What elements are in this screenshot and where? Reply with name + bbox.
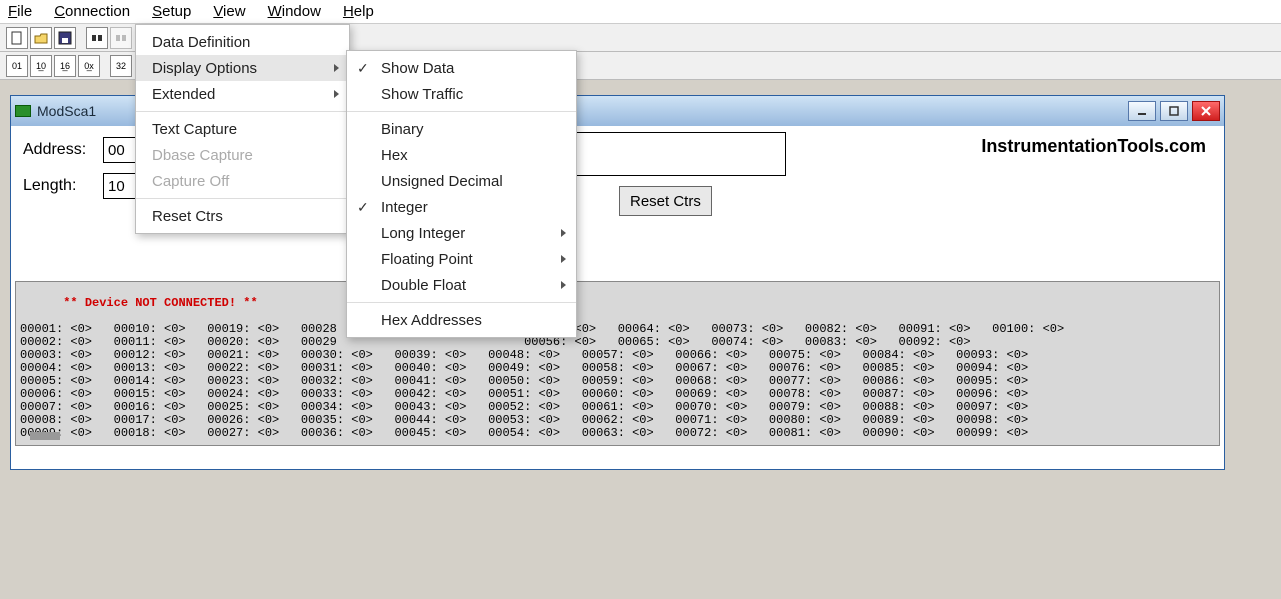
scroll-thumb[interactable] xyxy=(30,432,60,440)
menu-extended[interactable]: Extended xyxy=(136,81,349,107)
submenu-integer[interactable]: ✓ Integer xyxy=(347,194,576,220)
check-icon: ✓ xyxy=(357,60,369,77)
menu-reset-ctrs[interactable]: Reset Ctrs xyxy=(136,203,349,229)
menu-help[interactable]: Help xyxy=(343,3,374,20)
error-text: ** Device NOT CONNECTED! ** xyxy=(63,296,257,310)
menubar: File Connection Setup View Window Help xyxy=(0,0,1281,24)
submenu-integer-label: Integer xyxy=(381,199,428,216)
menu-separator xyxy=(347,302,576,303)
menu-separator xyxy=(136,198,349,199)
tb-disconnect-icon[interactable] xyxy=(110,27,132,49)
tb-fmt5-icon[interactable]: 32 xyxy=(110,55,132,77)
display-options-submenu: ✓ Show Data Show Traffic Binary Hex Unsi… xyxy=(346,50,577,338)
submenu-show-traffic[interactable]: Show Traffic xyxy=(347,81,576,107)
chevron-right-icon xyxy=(561,281,566,289)
chevron-right-icon xyxy=(334,90,339,98)
brand-label: InstrumentationTools.com xyxy=(981,136,1206,157)
tb-fmt1-icon[interactable]: 01 xyxy=(6,55,28,77)
tb-new-icon[interactable] xyxy=(6,27,28,49)
tb-fmt4-icon[interactable]: 0̲x xyxy=(78,55,100,77)
chevron-right-icon xyxy=(334,64,339,72)
setup-menu-popup: Data Definition Display Options Extended… xyxy=(135,24,350,234)
submenu-double-float[interactable]: Double Float xyxy=(347,272,576,298)
tb-connect-icon[interactable] xyxy=(86,27,108,49)
submenu-long-integer[interactable]: Long Integer xyxy=(347,220,576,246)
submenu-floating-point[interactable]: Floating Point xyxy=(347,246,576,272)
submenu-long-integer-label: Long Integer xyxy=(381,225,465,242)
address-label: Address: xyxy=(23,141,103,159)
menu-separator xyxy=(136,111,349,112)
reset-ctrs-button[interactable]: Reset Ctrs xyxy=(619,186,712,216)
menu-view[interactable]: View xyxy=(213,3,245,20)
submenu-double-float-label: Double Float xyxy=(381,277,466,294)
tb-fmt3-icon[interactable]: 1̲6 xyxy=(54,55,76,77)
submenu-floating-point-label: Floating Point xyxy=(381,251,473,268)
maximize-button[interactable] xyxy=(1160,101,1188,121)
submenu-hex-addresses[interactable]: Hex Addresses xyxy=(347,307,576,333)
menu-data-definition[interactable]: Data Definition xyxy=(136,29,349,55)
tb-fmt2-icon[interactable]: 1̲0 xyxy=(30,55,52,77)
length-label: Length: xyxy=(23,177,103,195)
submenu-hex[interactable]: Hex xyxy=(347,142,576,168)
tb-open-icon[interactable] xyxy=(30,27,52,49)
chevron-right-icon xyxy=(561,255,566,263)
menu-display-options[interactable]: Display Options xyxy=(136,55,349,81)
menu-connection[interactable]: Connection xyxy=(54,3,130,20)
submenu-binary[interactable]: Binary xyxy=(347,116,576,142)
menu-setup[interactable]: Setup xyxy=(152,3,191,20)
menu-extended-label: Extended xyxy=(152,86,215,103)
chevron-right-icon xyxy=(561,229,566,237)
menu-text-capture[interactable]: Text Capture xyxy=(136,116,349,142)
tb-save-icon[interactable] xyxy=(54,27,76,49)
data-rows: 00001: <0> 00010: <0> 00019: <0> 00028 0… xyxy=(20,322,1071,440)
submenu-show-data-label: Show Data xyxy=(381,60,454,77)
menu-file[interactable]: File xyxy=(8,3,32,20)
app-icon xyxy=(15,105,31,117)
data-area: ** Device NOT CONNECTED! ** 00001: <0> 0… xyxy=(15,281,1220,446)
menu-display-options-label: Display Options xyxy=(152,60,257,77)
close-button[interactable] xyxy=(1192,101,1220,121)
menu-separator xyxy=(347,111,576,112)
submenu-show-data[interactable]: ✓ Show Data xyxy=(347,55,576,81)
check-icon: ✓ xyxy=(357,199,369,216)
minimize-button[interactable] xyxy=(1128,101,1156,121)
menu-dbase-capture[interactable]: Dbase Capture xyxy=(136,142,349,168)
submenu-unsigned-decimal[interactable]: Unsigned Decimal xyxy=(347,168,576,194)
menu-window[interactable]: Window xyxy=(268,3,321,20)
menu-capture-off[interactable]: Capture Off xyxy=(136,168,349,194)
